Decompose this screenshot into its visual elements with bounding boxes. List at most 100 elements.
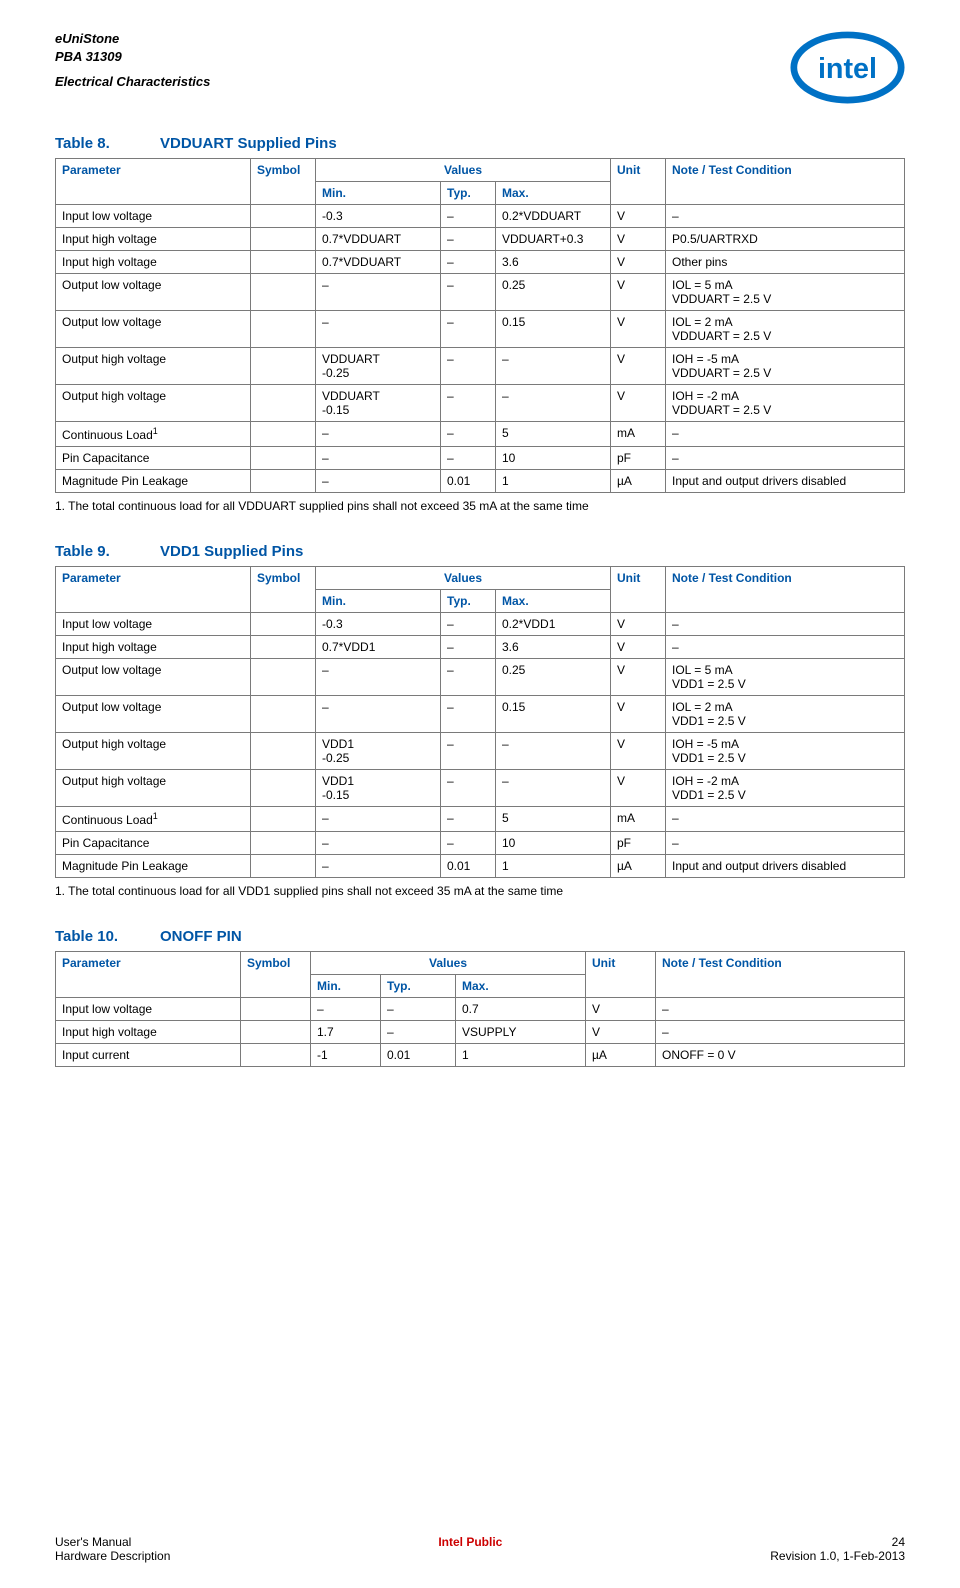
cell-parameter: Output low voltage — [56, 311, 251, 348]
cell-parameter: Input high voltage — [56, 1021, 241, 1044]
cell-unit: V — [611, 228, 666, 251]
cell-typ: – — [381, 1021, 456, 1044]
cell-parameter: Input high voltage — [56, 251, 251, 274]
cell-min: -1 — [311, 1044, 381, 1067]
cell-min: VDDUART-0.15 — [316, 385, 441, 422]
cell-symbol — [241, 1021, 311, 1044]
cell-min: – — [316, 447, 441, 470]
cell-symbol — [251, 274, 316, 311]
cell-min: – — [316, 311, 441, 348]
cell-unit: V — [611, 613, 666, 636]
cell-note: Input and output drivers disabled — [666, 470, 905, 493]
cell-max: 10 — [496, 832, 611, 855]
table-number: Table 10. — [55, 928, 160, 945]
cell-max: 1 — [496, 470, 611, 493]
cell-typ: – — [441, 636, 496, 659]
col-values: Values — [316, 159, 611, 182]
cell-unit: V — [611, 274, 666, 311]
cell-min: VDD1-0.25 — [316, 733, 441, 770]
cell-symbol — [251, 385, 316, 422]
cell-symbol — [251, 311, 316, 348]
cell-parameter: Output high voltage — [56, 770, 251, 807]
table-row: Output low voltage – – 0.15 V IOL = 2 mA… — [56, 696, 905, 733]
cell-note: IOH = -2 mAVDDUART = 2.5 V — [666, 385, 905, 422]
spec-table: Parameter Symbol Values Unit Note / Test… — [55, 158, 905, 493]
table-row: Input high voltage 0.7*VDDUART – 3.6 V O… — [56, 251, 905, 274]
cell-symbol — [251, 855, 316, 878]
cell-note: – — [666, 832, 905, 855]
product-name-2: PBA 31309 — [55, 48, 210, 66]
table-footnote: 1. The total continuous load for all VDD… — [55, 499, 905, 513]
cell-typ: – — [441, 311, 496, 348]
cell-max: 0.2*VDD1 — [496, 613, 611, 636]
cell-symbol — [251, 636, 316, 659]
table-row: Continuous Load1 – – 5 mA – — [56, 422, 905, 447]
cell-max: 3.6 — [496, 251, 611, 274]
cell-parameter: Magnitude Pin Leakage — [56, 855, 251, 878]
cell-parameter: Input low voltage — [56, 205, 251, 228]
cell-typ: – — [441, 274, 496, 311]
svg-text:intel: intel — [818, 53, 877, 85]
cell-max: – — [496, 385, 611, 422]
col-unit: Unit — [611, 159, 666, 205]
cell-parameter: Magnitude Pin Leakage — [56, 470, 251, 493]
cell-symbol — [251, 696, 316, 733]
cell-symbol — [241, 998, 311, 1021]
cell-min: -0.3 — [316, 205, 441, 228]
cell-symbol — [251, 348, 316, 385]
footer-page-num: 24 — [892, 1535, 905, 1549]
cell-note: – — [666, 807, 905, 832]
table-row: Magnitude Pin Leakage – 0.01 1 µA Input … — [56, 470, 905, 493]
cell-note: – — [666, 422, 905, 447]
cell-symbol — [241, 1044, 311, 1067]
cell-note: Input and output drivers disabled — [666, 855, 905, 878]
cell-note: ONOFF = 0 V — [656, 1044, 905, 1067]
table-row: Output low voltage – – 0.15 V IOL = 2 mA… — [56, 311, 905, 348]
footer-l2: Hardware Description — [55, 1549, 170, 1563]
table-row: Output high voltage VDD1-0.15 – – V IOH … — [56, 770, 905, 807]
cell-max: – — [496, 770, 611, 807]
cell-symbol — [251, 205, 316, 228]
cell-symbol — [251, 251, 316, 274]
cell-typ: – — [441, 696, 496, 733]
cell-typ: 0.01 — [441, 470, 496, 493]
cell-min: 1.7 — [311, 1021, 381, 1044]
table-title: VDDUART Supplied Pins — [160, 135, 337, 152]
cell-typ: – — [441, 807, 496, 832]
cell-min: VDD1-0.15 — [316, 770, 441, 807]
cell-max: 10 — [496, 447, 611, 470]
col-parameter: Parameter — [56, 567, 251, 613]
cell-unit: V — [611, 770, 666, 807]
cell-note: P0.5/UARTRXD — [666, 228, 905, 251]
spec-table: Parameter Symbol Values Unit Note / Test… — [55, 566, 905, 878]
footer-left: User's Manual Hardware Description — [55, 1535, 170, 1563]
col-max: Max. — [496, 590, 611, 613]
cell-parameter: Continuous Load1 — [56, 422, 251, 447]
cell-symbol — [251, 733, 316, 770]
col-typ: Typ. — [441, 590, 496, 613]
cell-symbol — [251, 447, 316, 470]
cell-max: 0.2*VDDUART — [496, 205, 611, 228]
cell-typ: – — [441, 613, 496, 636]
table-row: Input low voltage -0.3 – 0.2*VDDUART V – — [56, 205, 905, 228]
table-row: Output high voltage VDD1-0.25 – – V IOH … — [56, 733, 905, 770]
cell-note: – — [666, 613, 905, 636]
cell-min: – — [316, 855, 441, 878]
cell-parameter: Output high voltage — [56, 733, 251, 770]
cell-unit: V — [586, 1021, 656, 1044]
cell-parameter: Input high voltage — [56, 636, 251, 659]
cell-unit: µA — [611, 470, 666, 493]
footer-revision: Revision 1.0, 1-Feb-2013 — [770, 1549, 905, 1563]
cell-unit: V — [586, 998, 656, 1021]
table-row: Input high voltage 0.7*VDDUART – VDDUART… — [56, 228, 905, 251]
col-max: Max. — [456, 975, 586, 998]
footer-l1: User's Manual — [55, 1535, 131, 1549]
cell-note: IOH = -5 mAVDD1 = 2.5 V — [666, 733, 905, 770]
cell-symbol — [251, 807, 316, 832]
col-parameter: Parameter — [56, 952, 241, 998]
table-footnote: 1. The total continuous load for all VDD… — [55, 884, 905, 898]
table-row: Output high voltage VDDUART-0.15 – – V I… — [56, 385, 905, 422]
cell-min: 0.7*VDDUART — [316, 228, 441, 251]
cell-note: IOL = 5 mAVDDUART = 2.5 V — [666, 274, 905, 311]
cell-typ: – — [441, 832, 496, 855]
